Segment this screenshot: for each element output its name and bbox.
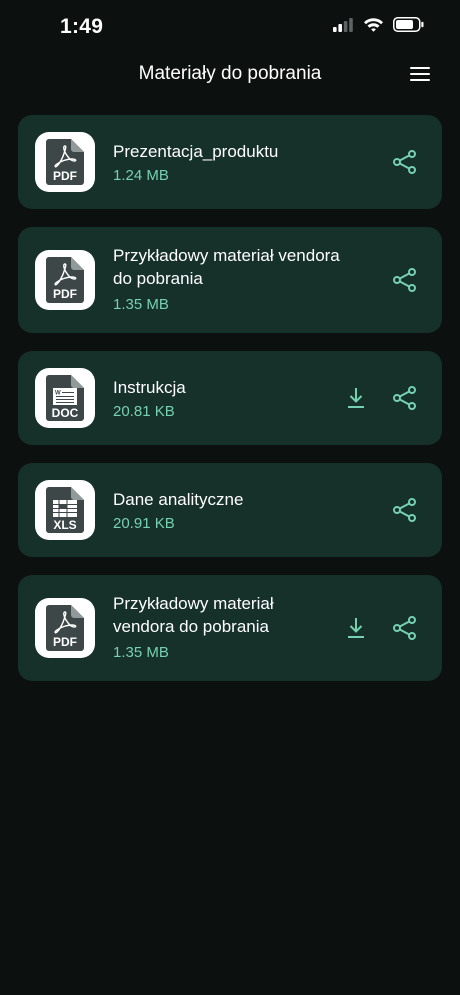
file-list: PDF Prezentacja_produktu 1.24 MB PDF Prz…	[18, 115, 442, 699]
file-card[interactable]: PDF Przykładowy materiał vendora do pobr…	[18, 227, 442, 333]
file-name: Dane analityczne	[113, 490, 244, 509]
file-size: 20.91 KB	[113, 515, 175, 532]
svg-text:PDF: PDF	[53, 287, 77, 301]
cellular-signal-icon	[333, 17, 353, 32]
file-name: Przykładowy materiał vendora do pobrania	[113, 594, 274, 636]
doc-file-icon: W DOC	[35, 368, 95, 428]
share-button[interactable]	[392, 385, 418, 411]
svg-text:PDF: PDF	[53, 635, 77, 649]
file-size: 1.35 MB	[113, 644, 169, 661]
share-icon	[393, 268, 416, 292]
file-size: 1.35 MB	[113, 296, 169, 313]
svg-text:DOC: DOC	[52, 406, 79, 420]
pdf-file-icon: PDF	[35, 132, 95, 192]
header: Materiały do pobrania	[0, 54, 460, 94]
share-icon	[393, 150, 416, 174]
status-icons	[333, 17, 424, 32]
share-button[interactable]	[392, 149, 418, 175]
share-button[interactable]	[392, 615, 418, 641]
hamburger-menu-icon	[410, 67, 430, 81]
menu-button[interactable]	[410, 65, 430, 83]
file-name: Przykładowy materiał vendora do pobrania	[113, 246, 340, 288]
file-name: Prezentacja_produktu	[113, 142, 279, 161]
share-button[interactable]	[392, 497, 418, 523]
page-title: Materiały do pobrania	[138, 63, 322, 84]
file-card[interactable]: XLS Dane analityczne 20.91 KB	[18, 463, 442, 557]
xls-file-icon: XLS	[35, 480, 95, 540]
svg-text:XLS: XLS	[53, 518, 76, 532]
file-card[interactable]: PDF Przykładowy materiał vendora do pobr…	[18, 575, 442, 681]
file-size: 20.81 KB	[113, 403, 175, 420]
svg-text:PDF: PDF	[53, 169, 77, 183]
pdf-file-icon: PDF	[35, 598, 95, 658]
share-icon	[393, 498, 416, 522]
wifi-icon	[364, 18, 383, 32]
file-card[interactable]: W DOC Instrukcja 20.81 KB	[18, 351, 442, 445]
battery-icon	[393, 17, 424, 32]
download-icon	[348, 388, 364, 408]
share-icon	[393, 386, 416, 410]
file-name: Instrukcja	[113, 378, 186, 397]
share-button[interactable]	[392, 267, 418, 293]
share-icon	[393, 616, 416, 640]
pdf-file-icon: PDF	[35, 250, 95, 310]
download-icon	[348, 618, 364, 638]
download-button[interactable]	[343, 385, 369, 411]
download-button[interactable]	[343, 615, 369, 641]
status-bar: 1:49	[0, 0, 460, 54]
status-time: 1:49	[60, 15, 104, 38]
svg-text:W: W	[55, 391, 61, 397]
file-size: 1.24 MB	[113, 167, 169, 184]
file-card[interactable]: PDF Prezentacja_produktu 1.24 MB	[18, 115, 442, 209]
